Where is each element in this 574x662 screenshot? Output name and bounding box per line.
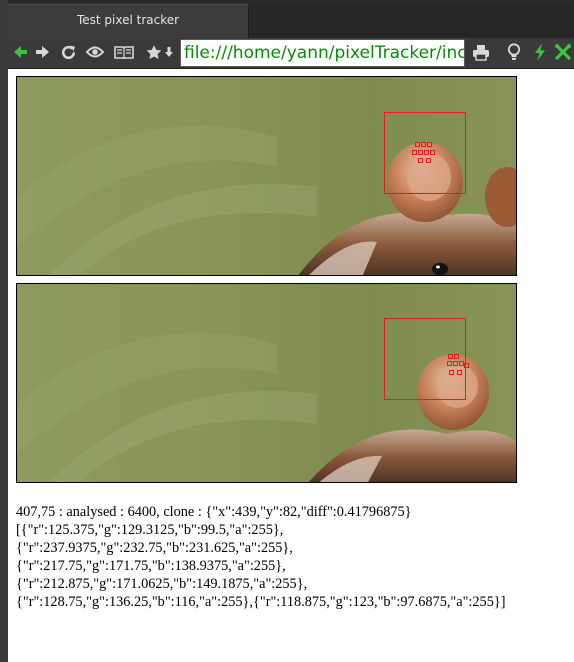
sample-square [448,354,453,359]
sample-square [418,150,423,155]
status-line: 407,75 : analysed : 6400, clone : {"x":4… [16,504,412,520]
tracking-box [384,318,466,400]
tools-icon[interactable] [553,41,573,63]
sample-square [418,158,423,163]
sample-square [449,370,454,375]
sample-square [426,158,431,163]
bulb-icon[interactable] [503,41,525,63]
star-dropdown-icon[interactable] [162,41,176,63]
pixel-values-line: {"r":212.875,"g":171.0625,"b":149.1875,"… [16,576,308,592]
tab-title: Test pixel tracker [76,13,180,27]
sample-square [457,370,462,375]
pixel-values-line: {"r":217.75,"g":171.75,"b":138.9375,"a":… [16,558,286,574]
window-edge [0,0,8,662]
reader-icon[interactable] [113,41,135,63]
sample-square [424,150,429,155]
sample-square [412,150,417,155]
sample-square [447,361,452,366]
pixel-values-line: {"r":237.9375,"g":232.75,"b":231.625,"a"… [16,540,293,556]
tab-test-pixel-tracker[interactable]: Test pixel tracker [8,4,249,39]
sample-square [427,142,432,147]
pixel-values-line: [{"r":125.375,"g":129.3125,"b":99.5,"a":… [16,522,284,538]
url-text[interactable]: file:///home/yann/pixelTracker/inc [184,43,464,63]
sample-square [430,150,435,155]
sample-square [421,142,426,147]
source-image[interactable] [16,76,517,276]
sample-square [464,363,469,368]
browser-toolbar: file:///home/yann/pixelTracker/inc [0,38,574,69]
sample-square [415,142,420,147]
sample-square [454,354,459,359]
tracker-output: 407,75 : analysed : 6400, clone : {"x":4… [16,503,572,611]
sample-square [453,361,458,366]
tab-strip: Test pixel tracker [0,0,574,39]
reload-icon[interactable] [57,41,79,63]
clone-image[interactable] [16,283,517,483]
eye-icon[interactable] [84,41,106,63]
print-icon[interactable] [470,41,492,63]
forward-arrow-icon[interactable] [32,41,54,63]
pixel-values-line: {"r":128.75,"g":136.25,"b":116,"a":255},… [16,594,506,610]
bolt-icon[interactable] [529,41,551,63]
back-arrow-icon[interactable] [9,41,31,63]
tab-strip-empty [250,4,574,38]
url-bar[interactable]: file:///home/yann/pixelTracker/inc [180,39,465,67]
